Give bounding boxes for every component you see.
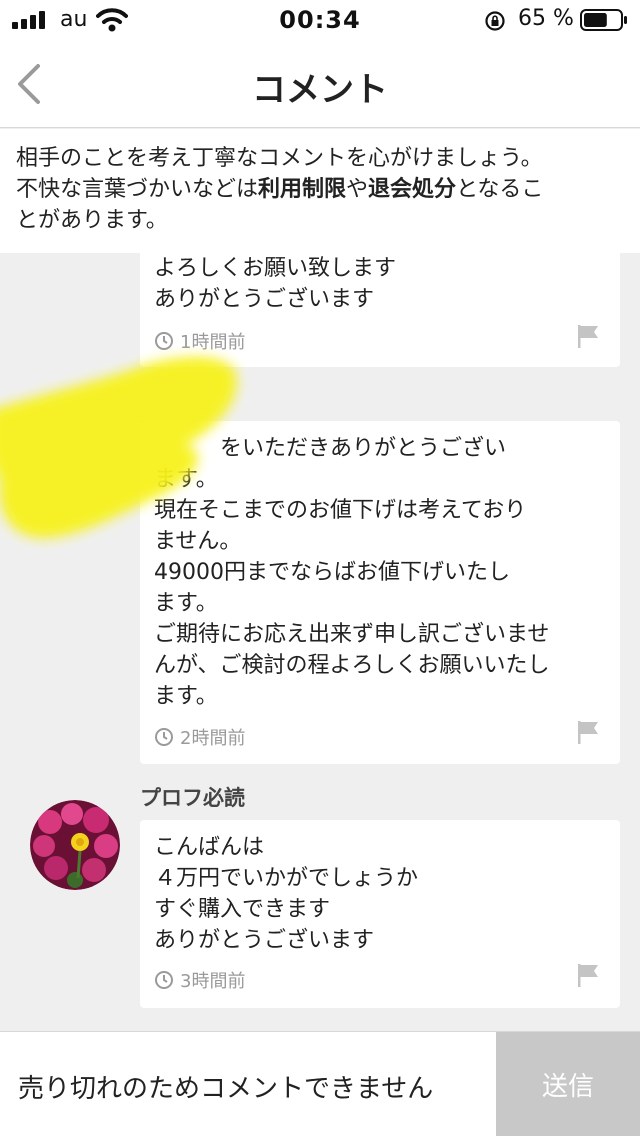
notice-line-3: とがあります。 xyxy=(16,208,168,233)
clock-icon xyxy=(155,332,173,350)
user-avatar[interactable] xyxy=(30,800,120,890)
page-title: コメント xyxy=(252,70,388,110)
comment-timestamp: 2時間前 xyxy=(154,723,245,751)
comment-timestamp: 1時間前 xyxy=(154,327,245,355)
comment-guideline-notice: 相手のことを考え丁寧なコメントを心がけましょう。 不快な言葉づかいなどは利用制限… xyxy=(0,129,640,253)
comment-bubble: こんばんは ４万円でいかがでしょうか すぐ購入できます ありがとうございます 3… xyxy=(140,820,620,1008)
battery-icon xyxy=(580,9,627,31)
comment-text: こんばんは ４万円でいかがでしょうか すぐ購入できます ありがとうございます xyxy=(154,835,419,953)
comment-disabled-message: 売り切れのためコメントできません xyxy=(18,1074,434,1104)
notice-bold-account-removal: 退会処分 xyxy=(368,177,457,202)
status-bar: au 00:34 65 % xyxy=(0,0,640,40)
comment-timestamp: 3時間前 xyxy=(154,966,245,994)
comment-input-bar: 売り切れのためコメントできません 送信 xyxy=(0,1031,640,1136)
comment-bubble: をいただきありがとうござい ます。 現在そこまでのお値下げは考えており ません。… xyxy=(140,421,620,764)
notice-line-2: 不快な言葉づかいなどは利用制限や退会処分となるこ xyxy=(16,177,544,202)
navigation-bar: コメント xyxy=(0,40,640,128)
comment-username[interactable]: プロフ必読 xyxy=(140,782,245,812)
notice-line-1: 相手のことを考え丁寧なコメントを心がけましょう。 xyxy=(16,146,543,171)
battery-percentage: 65 % xyxy=(518,6,574,31)
report-flag-icon[interactable] xyxy=(576,962,600,988)
comment-text: よろしくお願い致します ありがとうございます xyxy=(154,256,397,312)
clock-icon xyxy=(155,971,173,989)
send-button[interactable]: 送信 xyxy=(496,1032,640,1136)
comment-text: をいただきありがとうござい ます。 現在そこまでのお値下げは考えており ません。… xyxy=(154,436,550,709)
rotation-lock-icon xyxy=(485,11,505,31)
report-flag-icon[interactable] xyxy=(576,719,600,745)
notice-bold-usage-restriction: 利用制限 xyxy=(258,177,347,202)
comment-bubble: よろしくお願い致します ありがとうございます 1時間前 xyxy=(140,253,620,367)
report-flag-icon[interactable] xyxy=(576,323,600,349)
clock-icon xyxy=(155,728,173,746)
